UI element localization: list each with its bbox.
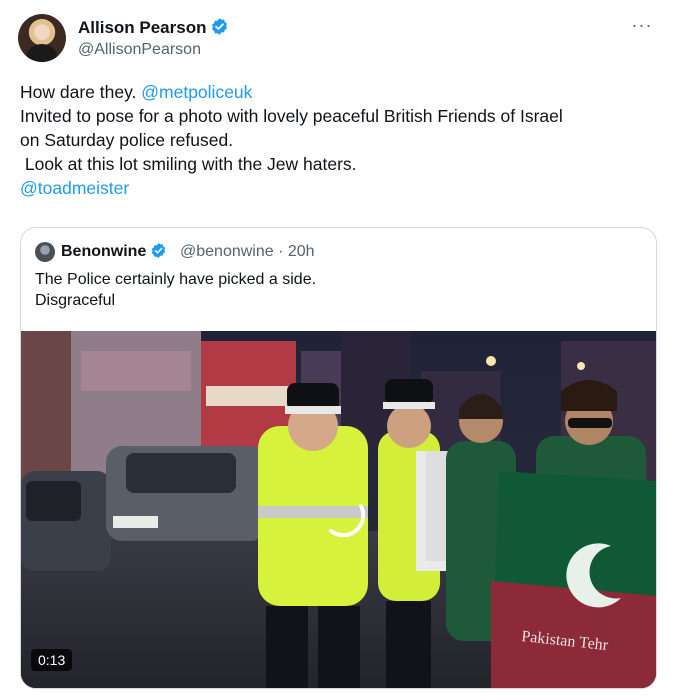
quoted-text-line-1: The Police certainly have picked a side. [35,271,317,288]
quoted-author-avatar[interactable] [35,242,55,262]
quoted-author-name[interactable]: Benonwine [61,242,167,261]
tweet-line-4: Look at this lot smiling with the Jew ha… [20,154,357,174]
author-name[interactable]: Allison Pearson [78,17,229,38]
tweet-line-3: on Saturday police refused. [20,130,234,150]
tweet-line-2: Invited to pose for a photo with lovely … [20,106,563,126]
verified-badge-icon [212,18,228,35]
video-duration-badge: 0:13 [31,649,73,671]
quoted-handle-time[interactable]: @benonwine · 20h [180,243,315,261]
mention-link-metpoliceuk[interactable]: @metpoliceuk [141,82,252,102]
video-frame: Pakistan Tehr [21,331,656,688]
more-options-button[interactable]: ··· [630,16,654,38]
mention-link-toadmeister[interactable]: @toadmeister [20,176,650,200]
quoted-text: The Police certainly have picked a side.… [35,269,316,311]
author-avatar[interactable] [18,14,66,62]
author-name-text[interactable]: Allison Pearson [78,18,206,37]
quoted-author-name-text[interactable]: Benonwine [61,243,146,260]
tweet-body: How dare they. @metpoliceuk Invited to p… [20,80,650,200]
tweet-line-1: How dare they. @metpoliceuk [20,80,650,104]
author-handle[interactable]: @AllisonPearson [78,41,201,59]
tweet-line-1-text: How dare they. [20,82,142,102]
tweet-card: Allison Pearson @AllisonPearson ··· How … [0,0,673,698]
quoted-verified-badge-icon [152,243,166,258]
video-player[interactable]: Pakistan Tehr 0:13 [21,331,656,688]
quoted-tweet[interactable]: Benonwine @benonwine · 20h The Police ce… [20,227,657,689]
quoted-text-line-2: Disgraceful [35,292,116,309]
